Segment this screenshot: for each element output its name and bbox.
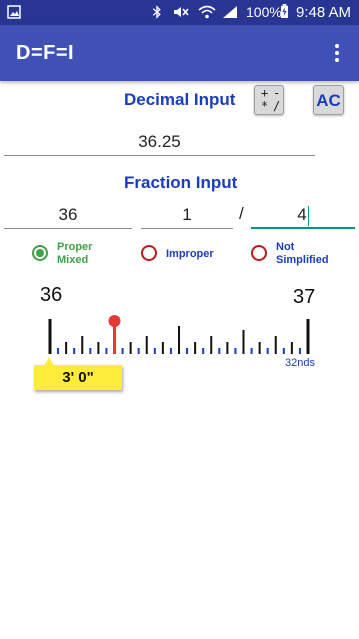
radio-button[interactable]	[141, 245, 157, 261]
minus-sign: -	[273, 86, 281, 100]
fraction-input-label: Fraction Input	[124, 173, 238, 192]
mute-icon	[174, 7, 189, 17]
decimal-input-label: Decimal Input	[124, 90, 236, 109]
all-clear-button[interactable]: AC	[313, 85, 344, 115]
divide-sign: /	[273, 99, 281, 113]
operations-button[interactable]: + - * /	[254, 85, 284, 115]
text-caret	[307, 205, 309, 226]
status-bar: 100% 9:48 AM	[0, 0, 359, 25]
radio-button[interactable]	[32, 245, 48, 261]
ruler-unit-label: 32nds	[285, 357, 315, 369]
fraction-slash: /	[239, 204, 244, 223]
whole-number-field[interactable]: 36	[4, 202, 132, 229]
clock: 9:48 AM	[296, 4, 352, 21]
bluetooth-icon	[152, 5, 161, 19]
battery-charging-icon	[281, 4, 288, 18]
radio-button[interactable]	[251, 245, 267, 261]
denominator-field[interactable]: 4	[251, 202, 355, 229]
ruler-marker-handle[interactable]	[108, 315, 121, 327]
signal-icon	[223, 6, 237, 18]
decimal-field[interactable]: 36.25	[4, 129, 315, 156]
app-title: D=F=I	[16, 42, 75, 64]
overflow-menu-icon[interactable]	[332, 41, 342, 65]
gallery-icon	[7, 5, 21, 19]
plus-sign: +	[261, 86, 269, 100]
battery-percentage: 100%	[246, 4, 282, 20]
radio-label-improper: Improper	[166, 248, 214, 260]
numerator-field[interactable]: 1	[141, 202, 233, 229]
wifi-icon	[198, 5, 216, 19]
radio-label-not-simplified: Not Simplified	[276, 241, 329, 266]
denominator-value: 4	[297, 205, 307, 224]
ruler[interactable]	[0, 300, 359, 360]
multiply-sign: *	[261, 99, 269, 113]
app-bar: D=F=I	[0, 25, 359, 81]
radio-label-proper-mixed: Proper Mixed	[57, 241, 93, 266]
feet-inches-callout: 3' 0"	[34, 365, 122, 390]
